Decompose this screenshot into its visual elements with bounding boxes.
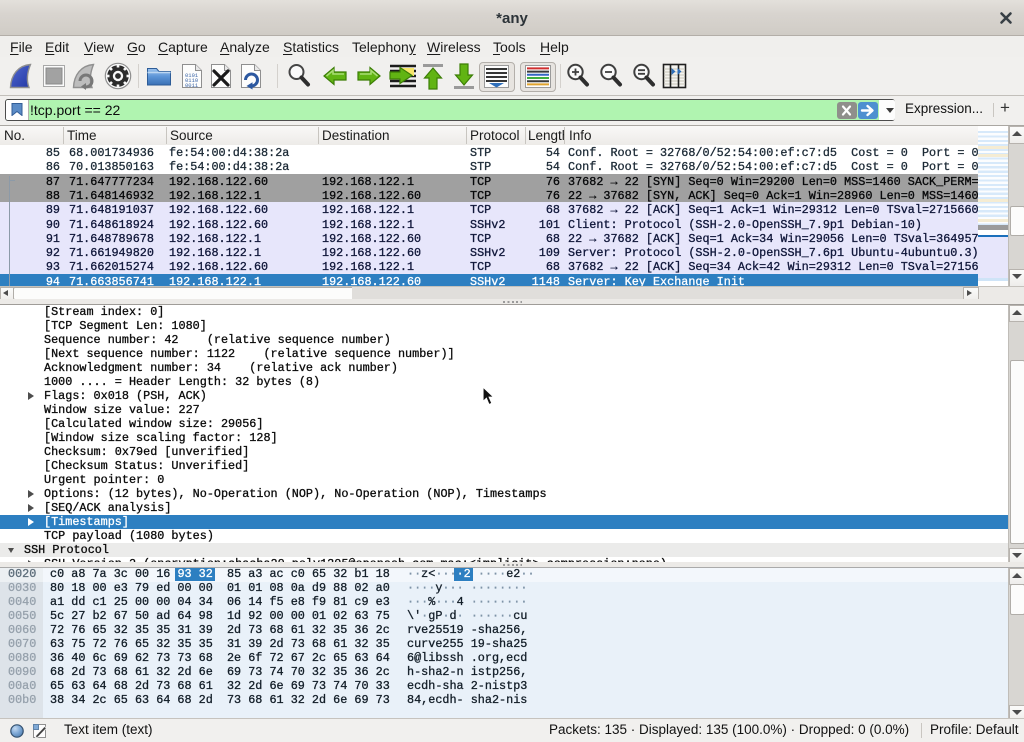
svg-text:0011: 0011: [185, 82, 199, 89]
